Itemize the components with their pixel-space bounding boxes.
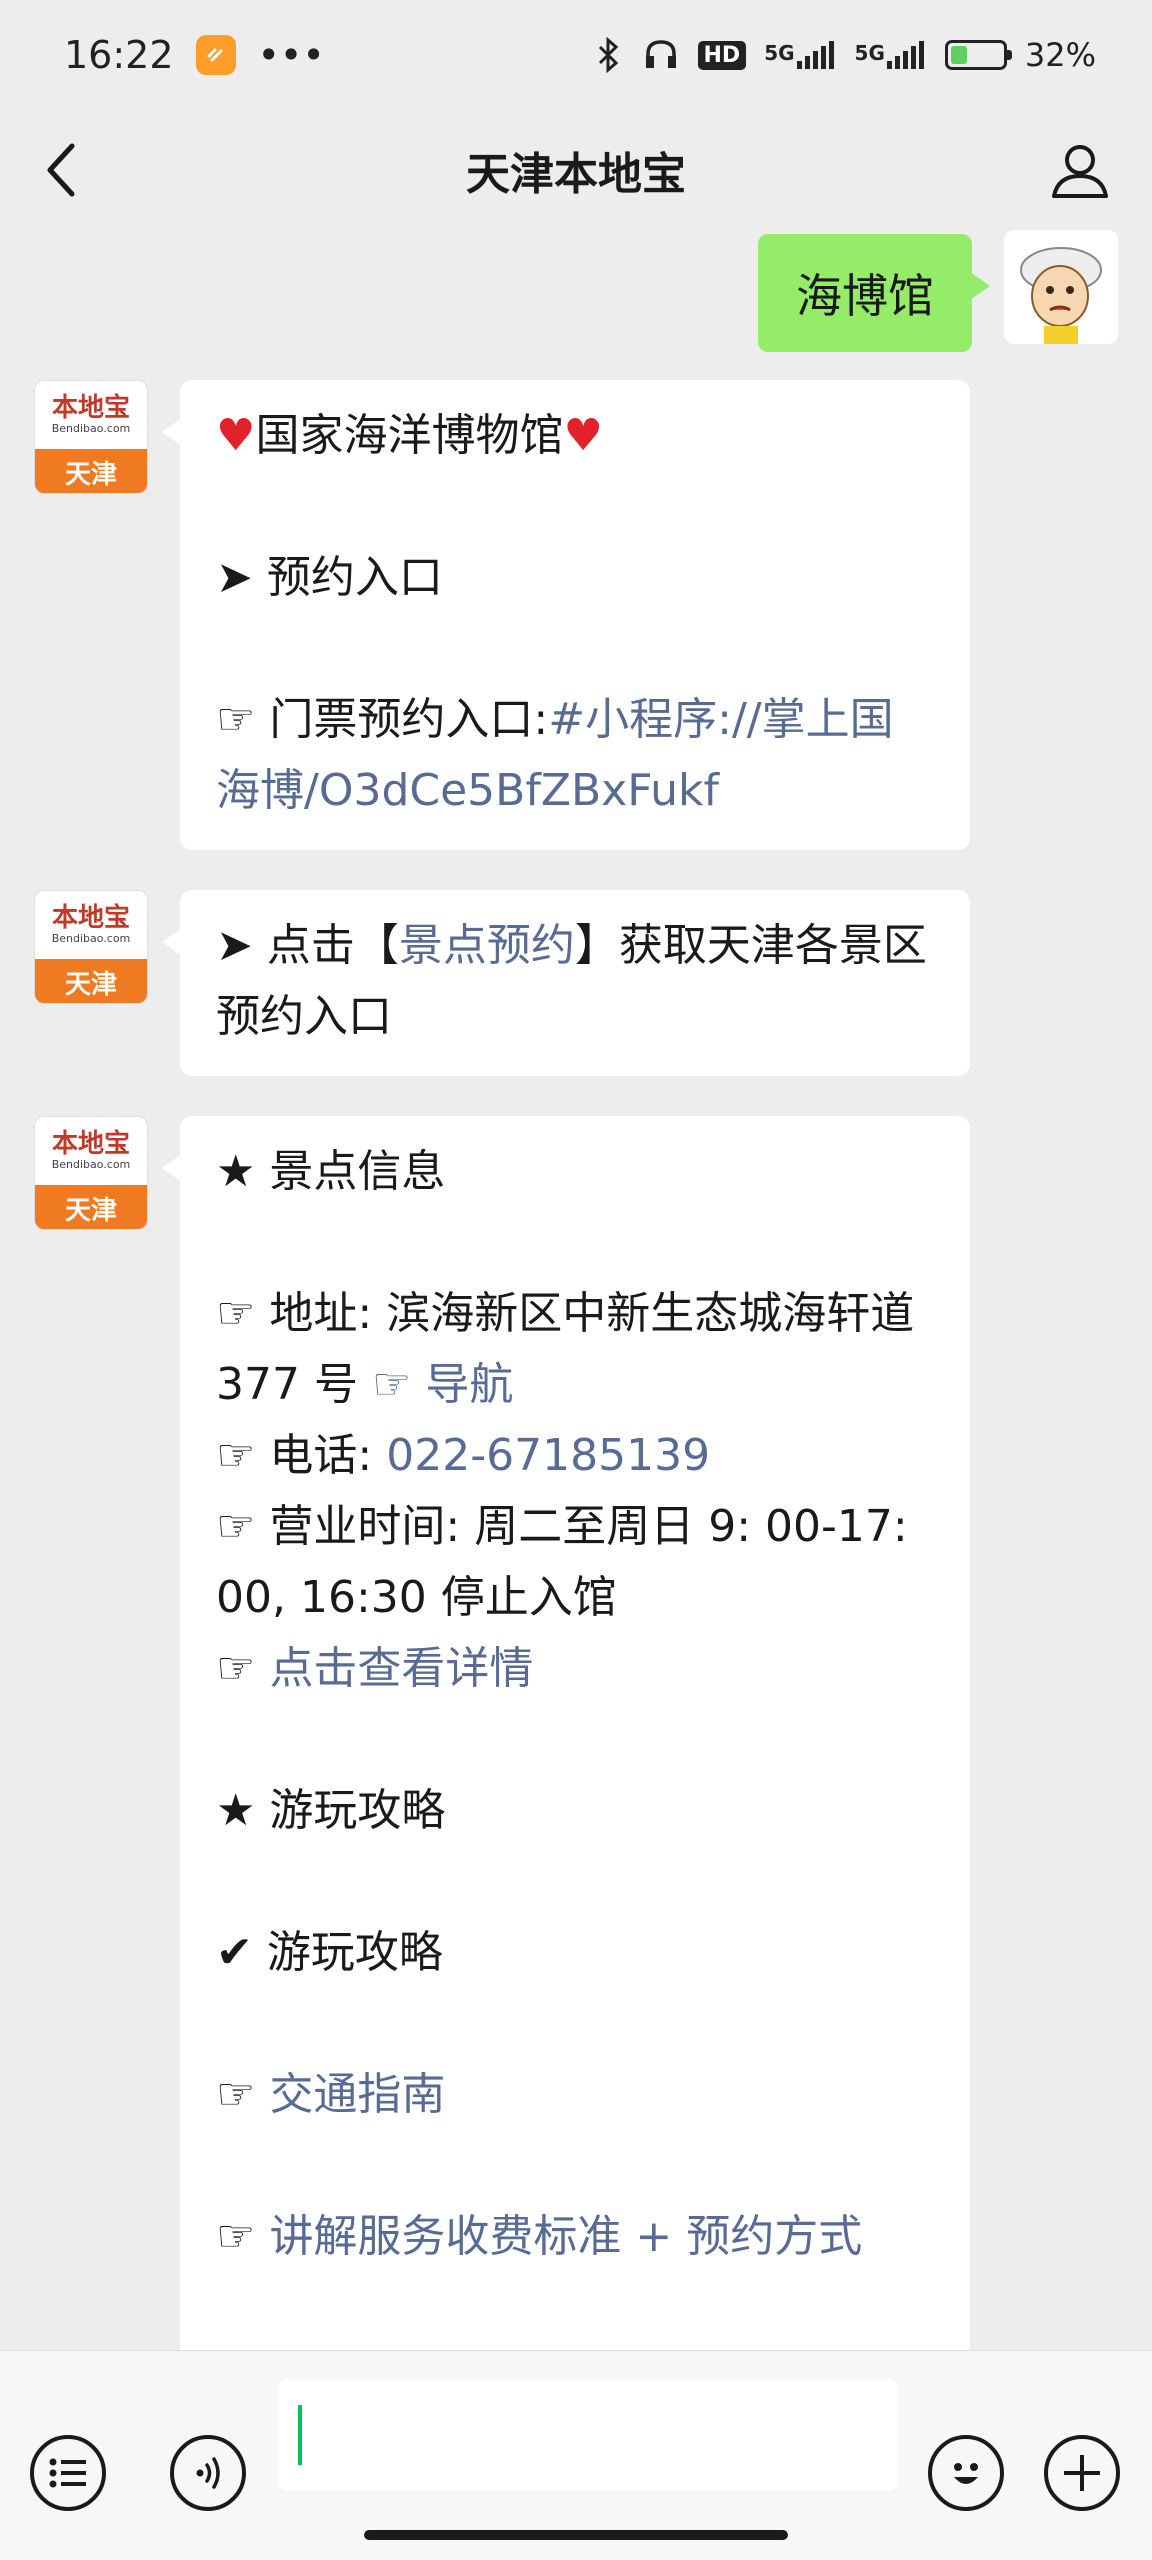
hd-badge: HD: [697, 40, 747, 70]
received-message-3: 本地宝 Bendibao.com 天津 ★ 景点信息 ☞ 地址: 滨海新区中新生…: [34, 1116, 970, 2350]
service-line: ☞ 讲解服务收费标准 + 预约方式: [216, 2211, 863, 2262]
network-5g-2: 5G: [855, 41, 927, 69]
emoji-icon: [954, 2463, 978, 2484]
my-avatar[interactable]: [1004, 230, 1118, 344]
museum-title: ♥国家海洋博物馆♥: [216, 410, 603, 461]
detail-line: ☞ 点击查看详情: [216, 1643, 534, 1694]
list-icon: [49, 2458, 86, 2488]
person-icon: [1052, 145, 1108, 198]
scenic-booking-line: ➤ 点击【景点预约】获取天津各景区预约入口: [216, 920, 927, 1042]
title-bar: 天津本地宝: [0, 110, 1152, 230]
battery-icon: [944, 40, 1012, 70]
network-5g-1: 5G: [764, 41, 836, 69]
more-notifications-icon: •••: [257, 33, 325, 77]
hours-line: ☞ 营业时间: 周二至周日 9: 00-17: 00, 16:30 停止入馆: [216, 1501, 908, 1623]
scenic-booking-link[interactable]: 景点预约: [399, 920, 575, 971]
message-input[interactable]: [278, 2379, 898, 2491]
booking-heading: ➤ 预约入口: [216, 552, 443, 603]
traffic-guide-link[interactable]: 交通指南: [269, 2069, 445, 2120]
bot-avatar[interactable]: 本地宝 Bendibao.com 天津: [34, 380, 148, 494]
signal-icon: [886, 41, 924, 69]
status-bar: 16:22 ••• HD 5G 5G 32%: [0, 0, 1152, 110]
page-title: 天津本地宝: [466, 149, 686, 200]
chat-area[interactable]: 海博馆 本地宝 Bendibao.com 天津 ♥国家海洋博物馆♥ ➤ 预约入口…: [0, 230, 1152, 2350]
text-caret: [298, 2405, 302, 2465]
bluetooth-icon: [598, 36, 618, 74]
chevron-left-icon: [47, 143, 75, 197]
received-message-2: 本地宝 Bendibao.com 天津 ➤ 点击【景点预约】获取天津各景区预约入…: [34, 890, 970, 1076]
message-bubble[interactable]: ➤ 点击【景点预约】获取天津各景区预约入口: [162, 890, 970, 1076]
bot-avatar[interactable]: 本地宝 Bendibao.com 天津: [34, 890, 148, 1004]
info-heading: ★ 景点信息: [216, 1146, 446, 1197]
message-bubble[interactable]: ♥国家海洋博物馆♥ ➤ 预约入口 ☞ 门票预约入口:#小程序://掌上国海博/O…: [162, 380, 970, 850]
battery-level: [950, 46, 967, 64]
headphones-icon: [645, 40, 676, 68]
guide-check-line: ✔ 游玩攻略: [216, 1927, 443, 1978]
emoji-button[interactable]: [928, 2435, 1004, 2511]
notification-app-icon: [195, 35, 236, 75]
menu-button[interactable]: [30, 2435, 106, 2511]
voice-button[interactable]: [170, 2435, 246, 2511]
status-right: HD 5G 5G 32%: [594, 36, 1096, 74]
home-indicator[interactable]: [364, 2530, 788, 2540]
signal-icon: [796, 41, 834, 69]
voice-icon: [196, 2457, 220, 2489]
sent-message-row: 海博馆: [758, 230, 1118, 352]
profile-button[interactable]: [1044, 134, 1116, 206]
guide-heading: ★ 游玩攻略: [216, 1785, 446, 1836]
phone-line: ☞ 电话: 022-67185139: [216, 1430, 711, 1481]
address-line: ☞ 地址: 滨海新区中新生态城海轩道 377 号 ☞ 导航: [216, 1288, 915, 1410]
received-message-1: 本地宝 Bendibao.com 天津 ♥国家海洋博物馆♥ ➤ 预约入口 ☞ 门…: [34, 380, 970, 850]
traffic-line: ☞ 交通指南: [216, 2069, 446, 2120]
status-time: 16:22: [64, 33, 174, 77]
back-button[interactable]: [26, 134, 98, 206]
plus-icon: [1064, 2455, 1100, 2491]
heart-icon: ♥: [563, 410, 603, 461]
more-button[interactable]: [1044, 2435, 1120, 2511]
battery-percent: 32%: [1024, 36, 1096, 74]
status-left: 16:22 •••: [64, 33, 325, 77]
guide-service-link[interactable]: 讲解服务收费标准 + 预约方式: [269, 2211, 862, 2262]
ticket-entry: ☞ 门票预约入口:#小程序://掌上国海博/O3dCe5BfZBxFukf: [216, 694, 894, 816]
chat-screen: 16:22 ••• HD 5G 5G 32% 天津本地宝 海博馆 本地宝 Ben…: [0, 0, 1152, 2560]
navigation-link[interactable]: ☞ 导航: [372, 1359, 513, 1410]
bot-avatar[interactable]: 本地宝 Bendibao.com 天津: [34, 1116, 148, 1230]
message-bubble[interactable]: ★ 景点信息 ☞ 地址: 滨海新区中新生态城海轩道 377 号 ☞ 导航 ☞ 电…: [162, 1116, 970, 2350]
heart-icon: ♥: [216, 410, 256, 461]
view-details-link[interactable]: 点击查看详情: [269, 1643, 533, 1694]
phone-link[interactable]: 022-67185139: [386, 1430, 710, 1481]
sent-message-bubble[interactable]: 海博馆: [758, 234, 990, 352]
input-bar: [0, 2350, 1152, 2560]
